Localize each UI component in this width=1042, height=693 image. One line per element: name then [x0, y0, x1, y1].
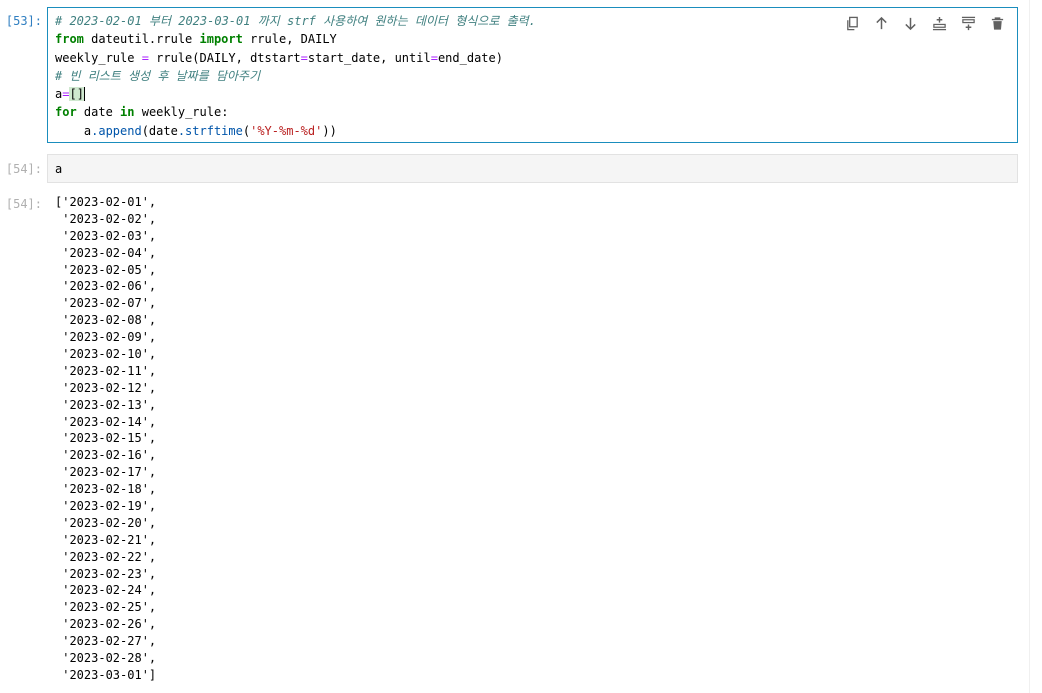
output-line: '2023-02-22',: [55, 549, 157, 564]
code-token: .append: [91, 123, 142, 138]
code-token: end_date): [437, 50, 503, 65]
output-line: '2023-02-17',: [55, 465, 157, 480]
output-line: '2023-02-25',: [55, 600, 157, 615]
code-token: .strftime: [177, 123, 243, 138]
arrow-up-icon: [876, 16, 887, 29]
vertical-scrollbar[interactable]: [1029, 0, 1042, 693]
code-token: import: [199, 32, 243, 47]
output-line: '2023-02-12',: [55, 380, 157, 395]
code-token: )): [322, 123, 337, 138]
output-line: '2023-02-26',: [55, 617, 157, 632]
code-line: a=[]: [55, 85, 536, 103]
delete-cell-button[interactable]: [986, 12, 1009, 34]
output-line: '2023-02-09',: [55, 330, 157, 345]
output-line: '2023-02-06',: [55, 279, 157, 294]
code-token: =: [141, 50, 149, 65]
code-line: from dateutil.rrule import rrule, DAILY: [55, 30, 536, 48]
output-line: '2023-02-13',: [55, 397, 157, 412]
output-line: '2023-02-03',: [55, 228, 157, 243]
insert-below-button[interactable]: [957, 12, 980, 34]
code-token: a: [55, 123, 92, 138]
output-line: '2023-02-24',: [55, 583, 157, 598]
code-token: []: [69, 87, 85, 102]
code-token: dateutil.rrule: [83, 32, 200, 47]
code-cell-53[interactable]: # 2023-02-01 부터 2023-03-01 까지 strf 사용하여 …: [47, 7, 1018, 143]
code-line: for date in weekly_rule:: [55, 103, 536, 121]
duplicate-cell-button[interactable]: [841, 12, 864, 34]
code-token: from: [55, 32, 84, 47]
code-cell-54[interactable]: a: [47, 154, 1018, 183]
output-line: '2023-02-21',: [55, 532, 157, 547]
code-token: rrule, DAILY: [242, 32, 337, 47]
output-line: '2023-03-01']: [55, 667, 157, 682]
code-line: weekly_rule = rrule(DAILY, dtstart=start…: [55, 49, 536, 67]
insert-below-icon: [961, 16, 976, 30]
code-token: weekly_rule:: [134, 105, 229, 120]
output-line: '2023-02-15',: [55, 431, 157, 446]
code-token: (: [242, 123, 251, 138]
output-line: '2023-02-16',: [55, 448, 157, 463]
insert-above-button[interactable]: [928, 12, 951, 34]
duplicate-icon: [847, 16, 858, 30]
output-54-prompt: [54]:: [5, 197, 42, 211]
code-line: a.append(date.strftime('%Y-%m-%d')): [55, 122, 536, 140]
code-token: for: [55, 105, 77, 120]
code-editor-54[interactable]: a: [55, 160, 62, 178]
output-line: '2023-02-23',: [55, 566, 157, 581]
code-token: in: [120, 105, 135, 120]
code-line: # 2023-02-01 부터 2023-03-01 까지 strf 사용하여 …: [55, 12, 536, 30]
output-line: '2023-02-02',: [55, 211, 157, 226]
output-line: '2023-02-19',: [55, 499, 157, 514]
code-token: (date: [141, 123, 178, 138]
code-line: # 빈 리스트 생성 후 날짜를 담아주기: [55, 67, 536, 85]
code-token: rrule(DAILY, dtstart: [148, 50, 301, 65]
code-token: '%Y-%m-%d': [250, 123, 323, 138]
cell-53-prompt: [53]:: [5, 14, 42, 28]
output-line: '2023-02-27',: [55, 634, 157, 649]
output-line: '2023-02-20',: [55, 515, 157, 530]
cell-output: ['2023-02-01', '2023-02-02', '2023-02-03…: [55, 194, 156, 684]
output-line: '2023-02-04',: [55, 245, 157, 260]
code-token: =: [300, 50, 308, 65]
output-line: '2023-02-08',: [55, 313, 157, 328]
code-token: weekly_rule: [55, 50, 142, 65]
output-line: '2023-02-05',: [55, 262, 157, 277]
output-line: '2023-02-10',: [55, 347, 157, 362]
output-line: '2023-02-18',: [55, 482, 157, 497]
code-token: # 빈 리스트 생성 후 날짜를 담아주기: [55, 68, 261, 83]
code-token: date: [76, 105, 121, 120]
cell-54-prompt: [54]:: [5, 162, 42, 176]
code-token: =: [430, 50, 438, 65]
notebook: [53]: # 2023-02-01 부터 2023-03-01 까지 strf…: [0, 0, 1042, 693]
trash-icon: [991, 16, 1004, 30]
insert-above-icon: [932, 16, 947, 30]
arrow-down-icon: [905, 17, 916, 30]
code-token: start_date, until: [307, 50, 431, 65]
output-line: '2023-02-28',: [55, 651, 157, 666]
output-line: '2023-02-14',: [55, 414, 157, 429]
code-token: # 2023-02-01 부터 2023-03-01 까지 strf 사용하여 …: [55, 14, 536, 28]
cell-toolbar: [841, 12, 1009, 34]
code-editor-53[interactable]: # 2023-02-01 부터 2023-03-01 까지 strf 사용하여 …: [55, 12, 536, 140]
output-line: ['2023-02-01',: [55, 195, 157, 209]
output-line: '2023-02-07',: [55, 296, 157, 311]
move-up-button[interactable]: [870, 12, 893, 34]
move-down-button[interactable]: [899, 12, 922, 34]
output-line: '2023-02-11',: [55, 363, 157, 378]
